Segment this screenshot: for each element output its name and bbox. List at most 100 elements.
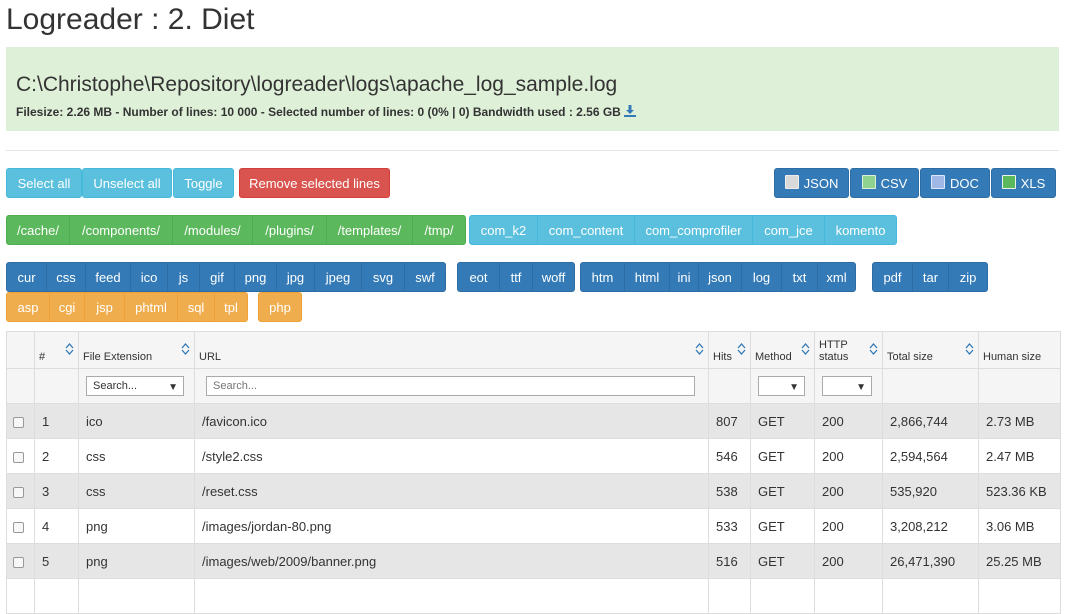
sort-icon[interactable] bbox=[181, 343, 190, 355]
sort-icon[interactable] bbox=[737, 343, 746, 355]
filter-ext-asp[interactable]: asp bbox=[6, 292, 50, 322]
filter-cell bbox=[978, 368, 1061, 404]
filter-com-jce[interactable]: com_jce bbox=[752, 215, 825, 245]
url-search-input[interactable] bbox=[206, 376, 695, 396]
filter-ext-cur[interactable]: cur bbox=[6, 262, 47, 292]
col-file-extension[interactable]: File Extension bbox=[78, 331, 195, 369]
filter-com-k2[interactable]: com_k2 bbox=[469, 215, 538, 245]
filter-ext-png[interactable]: png bbox=[234, 262, 277, 292]
filter-ext-jpeg[interactable]: jpeg bbox=[314, 262, 362, 292]
row-select-cell bbox=[6, 438, 35, 474]
row-checkbox[interactable] bbox=[13, 451, 24, 463]
filter-ext-ini[interactable]: ini bbox=[669, 262, 699, 292]
cell-extension bbox=[78, 578, 195, 614]
table-row[interactable]: 2 css /style2.css 546 GET 200 2,594,564 … bbox=[6, 438, 1061, 474]
filter-ext-zip[interactable]: zip bbox=[948, 262, 988, 292]
remove-selected-button[interactable]: Remove selected lines bbox=[239, 168, 390, 198]
filter-cell bbox=[6, 368, 35, 404]
export-xls-button[interactable]: XLS bbox=[991, 168, 1056, 198]
col-http-status[interactable]: HTTP status bbox=[814, 331, 883, 369]
filter-cell: Search... ▼ bbox=[78, 368, 195, 404]
table-row[interactable]: 4 png /images/jordan-80.png 533 GET 200 … bbox=[6, 508, 1061, 544]
filter-ext-txt[interactable]: txt bbox=[781, 262, 818, 292]
export-json-button[interactable]: JSON bbox=[774, 168, 849, 198]
extension-filter-value: Search... bbox=[93, 380, 138, 392]
filter-ext-feed[interactable]: feed bbox=[85, 262, 131, 292]
toggle-button[interactable]: Toggle bbox=[173, 168, 234, 198]
filter-ext-json[interactable]: json bbox=[698, 262, 742, 292]
filter-ext-cgi[interactable]: cgi bbox=[49, 292, 85, 322]
row-checkbox[interactable] bbox=[13, 521, 24, 533]
export-doc-button[interactable]: DOC bbox=[920, 168, 990, 198]
filter-ext-tpl[interactable]: tpl bbox=[214, 292, 248, 322]
filter-ext-htm[interactable]: htm bbox=[580, 262, 625, 292]
filter-folder-plugins[interactable]: /plugins/ bbox=[252, 215, 327, 245]
filter-folder-tmp[interactable]: /tmp/ bbox=[412, 215, 466, 245]
method-filter-select[interactable]: ▼ bbox=[758, 376, 805, 396]
filter-ext-jsp[interactable]: jsp bbox=[84, 292, 125, 322]
sort-icon[interactable] bbox=[965, 343, 974, 355]
filter-ext-tar[interactable]: tar bbox=[912, 262, 949, 292]
filter-ext-html[interactable]: html bbox=[624, 262, 670, 292]
row-checkbox[interactable] bbox=[13, 556, 24, 568]
filter-ext-gif[interactable]: gif bbox=[199, 262, 235, 292]
table-row[interactable]: 1 ico /favicon.ico 807 GET 200 2,866,744… bbox=[6, 403, 1061, 439]
sort-icon[interactable] bbox=[65, 343, 74, 355]
cell-extension: css bbox=[78, 473, 195, 509]
table-row[interactable]: 5 png /images/web/2009/banner.png 516 GE… bbox=[6, 543, 1061, 579]
cell-number: 5 bbox=[34, 543, 79, 579]
header-row: # File Extension URL Hits Method HTTP st… bbox=[6, 331, 1061, 369]
cell-method: GET bbox=[750, 508, 815, 544]
cell-extension: png bbox=[78, 508, 195, 544]
row-checkbox[interactable] bbox=[13, 486, 24, 498]
filter-ext-jpg[interactable]: jpg bbox=[276, 262, 315, 292]
filter-ext-js[interactable]: js bbox=[167, 262, 200, 292]
cell-url: /images/jordan-80.png bbox=[194, 508, 709, 544]
col-method[interactable]: Method bbox=[750, 331, 815, 369]
row-checkbox[interactable] bbox=[13, 416, 24, 428]
col-url[interactable]: URL bbox=[194, 331, 709, 369]
sort-icon[interactable] bbox=[869, 343, 878, 355]
cell-method bbox=[750, 578, 815, 614]
filter-com-content[interactable]: com_content bbox=[537, 215, 635, 245]
filter-ext-log[interactable]: log bbox=[741, 262, 782, 292]
table-row[interactable] bbox=[6, 578, 1061, 614]
unselect-all-button[interactable]: Unselect all bbox=[82, 168, 172, 198]
col-total-size-label: Total size bbox=[887, 351, 933, 363]
filter-ext-ico[interactable]: ico bbox=[130, 262, 168, 292]
col-human-size[interactable]: Human size bbox=[978, 331, 1061, 369]
cell-status: 200 bbox=[814, 473, 883, 509]
filter-ext-eot[interactable]: eot bbox=[457, 262, 500, 292]
extension-filter-select[interactable]: Search... ▼ bbox=[86, 376, 184, 396]
divider bbox=[6, 150, 1059, 151]
export-csv-button[interactable]: CSV bbox=[850, 168, 919, 198]
filter-ext-phtml[interactable]: phtml bbox=[124, 292, 178, 322]
status-filter-select[interactable]: ▼ bbox=[822, 376, 872, 396]
filter-ext-swf[interactable]: swf bbox=[404, 262, 446, 292]
cell-hits: 538 bbox=[708, 473, 751, 509]
filter-ext-svg[interactable]: svg bbox=[361, 262, 405, 292]
filter-folder-components[interactable]: /components/ bbox=[69, 215, 173, 245]
filter-folder-modules[interactable]: /modules/ bbox=[172, 215, 253, 245]
sort-icon[interactable] bbox=[695, 343, 704, 355]
filter-ext-ttf[interactable]: ttf bbox=[499, 262, 533, 292]
cell-human-size: 2.47 MB bbox=[978, 438, 1061, 474]
filter-com-comprofiler[interactable]: com_comprofiler bbox=[634, 215, 753, 245]
filter-ext-sql[interactable]: sql bbox=[177, 292, 215, 322]
download-icon[interactable] bbox=[623, 105, 636, 117]
filter-ext-css[interactable]: css bbox=[46, 262, 86, 292]
select-all-button[interactable]: Select all bbox=[6, 168, 82, 198]
filter-folder-cache[interactable]: /cache/ bbox=[6, 215, 70, 245]
filter-komento[interactable]: komento bbox=[824, 215, 897, 245]
filter-ext-pdf[interactable]: pdf bbox=[872, 262, 913, 292]
filter-ext-php[interactable]: php bbox=[258, 292, 302, 322]
col-total-size[interactable]: Total size bbox=[882, 331, 979, 369]
filter-ext-xml[interactable]: xml bbox=[817, 262, 856, 292]
sort-icon[interactable] bbox=[801, 343, 810, 355]
csv-file-icon bbox=[861, 175, 876, 189]
table-row[interactable]: 3 css /reset.css 538 GET 200 535,920 523… bbox=[6, 473, 1061, 509]
filter-folder-templates[interactable]: /templates/ bbox=[326, 215, 413, 245]
filter-ext-woff[interactable]: woff bbox=[532, 262, 575, 292]
col-number[interactable]: # bbox=[34, 331, 79, 369]
col-hits[interactable]: Hits bbox=[708, 331, 751, 369]
